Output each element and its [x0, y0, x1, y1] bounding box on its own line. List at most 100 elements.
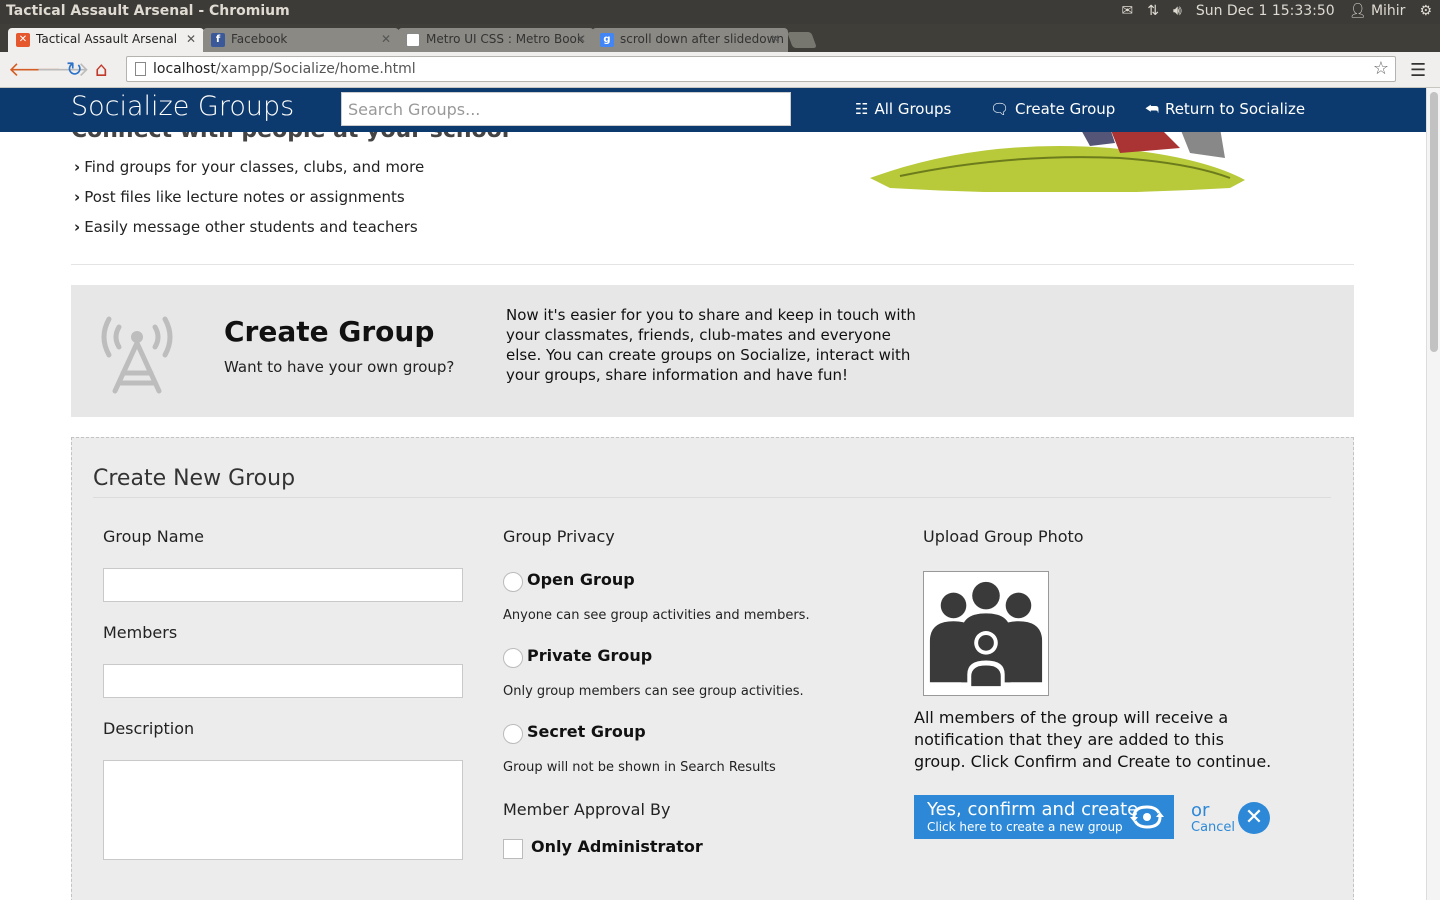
confirm-create-button[interactable]: Yes, confirm and create Click here to cr… — [914, 795, 1174, 839]
url-host: localhost — [153, 61, 216, 77]
secret-group-label[interactable]: Secret Group — [527, 722, 646, 741]
tab-label: Tactical Assault Arsenal — [36, 32, 178, 46]
confirm-sub-label: Click here to create a new group — [927, 820, 1123, 834]
list-item: › Post files like lecture notes or assign… — [74, 188, 424, 218]
open-group-radio[interactable] — [503, 572, 523, 592]
cancel-x-icon[interactable]: ✕ — [1238, 802, 1270, 834]
group-privacy-label: Group Privacy — [503, 527, 615, 546]
form-title: Create New Group — [93, 466, 296, 491]
page-viewport: Socialize Groups ☷ All Groups 🗨︎ Create Gr… — [0, 88, 1440, 900]
list-item: › Easily message other students and teach… — [74, 218, 424, 248]
chevron-right-icon: › — [74, 188, 81, 206]
brand-title[interactable]: Socialize Groups — [71, 91, 294, 122]
sync-icon — [1130, 805, 1164, 829]
only-administrator-checkbox[interactable] — [503, 839, 523, 859]
reply-icon: ⮪ — [1145, 100, 1159, 118]
promo-description: Now it's easier for you to share and kee… — [506, 306, 916, 384]
create-group-form: Create New Group Group Name Members Desc… — [71, 437, 1354, 900]
members-input[interactable] — [103, 664, 463, 698]
nav-all-groups-label: All Groups — [874, 100, 952, 118]
description-textarea[interactable] — [103, 760, 463, 860]
private-group-description: Only group members can see group activit… — [503, 684, 804, 699]
window-title: Tactical Assault Arsenal - Chromium — [6, 3, 290, 19]
home-icon[interactable]: ⌂ — [95, 58, 108, 80]
tab-label: Metro UI CSS : Metro Book — [426, 32, 584, 46]
close-tab-icon[interactable]: ✕ — [186, 32, 196, 46]
facebook-favicon-icon: f — [211, 33, 225, 47]
promo-title: Create Group — [224, 315, 435, 348]
tab-tactical-assault-arsenal[interactable]: ✕ Tactical Assault Arsenal ✕ — [8, 28, 204, 52]
only-administrator-label[interactable]: Only Administrator — [531, 837, 703, 856]
feature-text: Post files like lecture notes or assignm… — [84, 188, 405, 206]
upload-photo-label: Upload Group Photo — [923, 527, 1084, 546]
broadcast-tower-icon — [101, 316, 173, 394]
close-tab-icon[interactable]: ✕ — [770, 32, 780, 46]
feature-text: Easily message other students and teache… — [84, 218, 418, 236]
nav-create-group-label: Create Group — [1015, 100, 1116, 118]
user-menu[interactable]: 👤︎ Mihir — [1349, 3, 1406, 19]
tab-strip: ✕ Tactical Assault Arsenal ✕ f Facebook … — [0, 24, 1440, 52]
xampp-favicon-icon: ✕ — [16, 33, 30, 47]
nav-return-label: Return to Socialize — [1164, 100, 1306, 118]
cancel-link[interactable]: Cancel — [1191, 820, 1235, 835]
tab-google-search[interactable]: g scroll down after slidedown ✕ — [592, 28, 788, 52]
member-approval-label: Member Approval By — [503, 800, 671, 819]
chevron-right-icon: › — [74, 158, 81, 176]
gear-icon[interactable]: ⚙ — [1419, 3, 1432, 19]
chat-icon: 🗨︎ — [990, 100, 1010, 118]
feature-text: Find groups for your classes, clubs, and… — [84, 158, 425, 176]
section-divider — [71, 264, 1354, 265]
search-groups-input[interactable] — [341, 92, 791, 126]
url-path: /xampp/Socialize/home.html — [215, 61, 416, 77]
form-divider — [93, 497, 1331, 498]
nav-create-group[interactable]: 🗨︎ Create Group — [990, 100, 1115, 118]
open-group-description: Anyone can see group activities and memb… — [503, 608, 810, 623]
site-navbar: Socialize Groups ☷ All Groups 🗨︎ Create Gr… — [0, 88, 1426, 132]
tab-facebook[interactable]: f Facebook ✕ — [203, 28, 399, 52]
volume-icon[interactable]: 🔊︎ — [1173, 3, 1182, 19]
scroll-thumb[interactable] — [1430, 92, 1438, 352]
browser-toolbar: 🡐 🡒 ↻ ⌂ localhost/xampp/Socialize/home.h… — [0, 52, 1440, 88]
user-name: Mihir — [1370, 3, 1406, 19]
secret-group-description: Group will not be shown in Search Result… — [503, 760, 776, 775]
or-text: or — [1191, 800, 1210, 821]
description-label: Description — [103, 719, 195, 738]
group-name-input[interactable] — [103, 568, 463, 602]
address-bar[interactable]: localhost/xampp/Socialize/home.html ☆ — [126, 56, 1396, 82]
promo-subtitle: Want to have your own group? — [224, 358, 455, 376]
hero-feature-list: › Find groups for your classes, clubs, an… — [74, 158, 424, 248]
bookmark-star-icon[interactable]: ☆ — [1373, 58, 1389, 79]
list-item: › Find groups for your classes, clubs, an… — [74, 158, 424, 188]
group-people-icon — [929, 581, 1043, 687]
list-icon: ☷ — [855, 100, 869, 118]
private-group-label[interactable]: Private Group — [527, 646, 652, 665]
nav-return-to-socialize[interactable]: ⮪ Return to Socialize — [1145, 100, 1305, 118]
mail-icon[interactable]: ✉ — [1122, 3, 1134, 19]
close-tab-icon[interactable]: ✕ — [381, 32, 391, 46]
clock[interactable]: Sun Dec 1 15:33:50 — [1196, 3, 1335, 19]
tab-label: Facebook — [231, 32, 288, 46]
confirm-main-label: Yes, confirm and create — [927, 799, 1139, 820]
group-name-label: Group Name — [103, 527, 204, 546]
hero-illustration — [870, 128, 1245, 192]
page-scrollbar[interactable] — [1426, 88, 1440, 900]
group-photo-upload[interactable] — [923, 571, 1049, 696]
private-group-radio[interactable] — [503, 648, 523, 668]
reload-icon[interactable]: ↻ — [66, 58, 83, 80]
system-tray: ✉ ⇅ 🔊︎ Sun Dec 1 15:33:50 👤︎ Mihir ⚙ — [1122, 3, 1432, 19]
secret-group-radio[interactable] — [503, 724, 523, 744]
tab-metro-ui[interactable]: Metro UI CSS : Metro Book ✕ — [398, 28, 594, 52]
chevron-right-icon: › — [74, 218, 81, 236]
user-icon: 👤︎ — [1348, 3, 1367, 19]
nav-all-groups[interactable]: ☷ All Groups — [855, 100, 951, 118]
open-group-label[interactable]: Open Group — [527, 570, 635, 589]
tab-label: scroll down after slidedown — [620, 32, 785, 46]
page-icon — [135, 62, 146, 76]
network-icon[interactable]: ⇅ — [1147, 3, 1159, 19]
close-tab-icon[interactable]: ✕ — [576, 32, 586, 46]
members-label: Members — [103, 623, 178, 642]
menu-icon[interactable]: ☰ — [1410, 60, 1426, 81]
create-group-promo: Create Group Want to have your own group… — [71, 285, 1354, 417]
google-favicon-icon: g — [600, 33, 614, 47]
new-tab-button[interactable] — [787, 32, 817, 48]
